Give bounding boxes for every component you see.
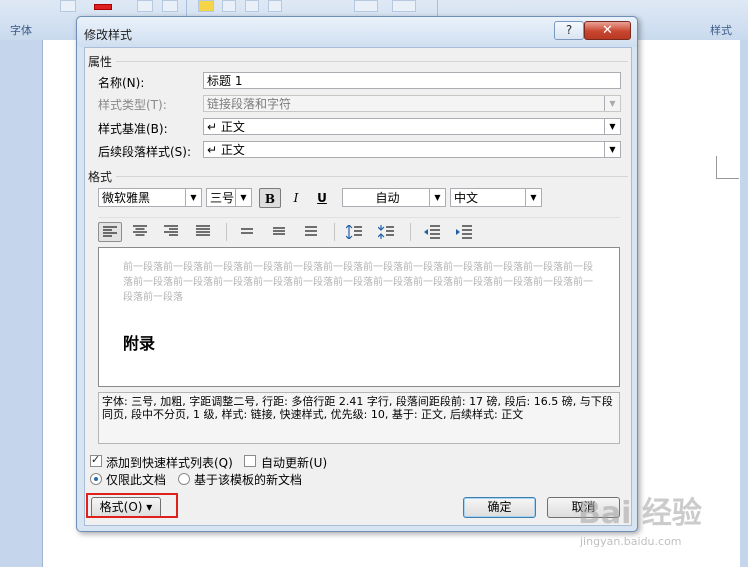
language-select[interactable]: 中文 ▼	[450, 188, 542, 207]
language-value: 中文	[454, 191, 479, 205]
auto-update-label[interactable]: 自动更新(U)	[261, 454, 327, 471]
ribbon-button[interactable]	[198, 0, 214, 12]
only-this-document-label[interactable]: 仅限此文档	[106, 471, 166, 488]
add-quick-style-checkbox[interactable]	[90, 453, 102, 467]
size-value: 三号	[210, 191, 235, 205]
highlight-annotation	[86, 493, 178, 518]
dialog-title: 修改样式	[84, 28, 133, 42]
justify-icon[interactable]	[192, 222, 216, 242]
chevron-down-icon[interactable]: ▼	[235, 189, 251, 206]
toolbar-separator	[410, 223, 411, 241]
page-margin-corner-mark	[716, 156, 739, 179]
chevron-down-icon: ▼	[604, 96, 620, 111]
style-description: 字体: 三号, 加粗, 字距调整二号, 行距: 多倍行距 2.41 字行, 段落…	[98, 392, 620, 444]
toolbar-separator	[226, 223, 227, 241]
align-center-icon[interactable]	[129, 222, 153, 242]
based-on-select[interactable]: ↵ 正文 ▼	[203, 118, 621, 135]
dialog-titlebar[interactable]: 修改样式 ? ✕	[77, 17, 637, 47]
font-color-value: 自动	[375, 191, 400, 205]
align-left-icon[interactable]	[98, 222, 122, 242]
ribbon-group-font: 字体	[10, 24, 32, 37]
preview-heading: 附录	[123, 334, 156, 353]
chevron-down-icon[interactable]: ▼	[525, 189, 541, 206]
bold-button[interactable]: B	[259, 188, 281, 208]
chevron-down-icon[interactable]: ▼	[604, 119, 620, 134]
document-gutter-right	[740, 40, 748, 567]
chevron-down-icon[interactable]: ▼	[185, 189, 201, 206]
style-type-label: 样式类型(T):	[98, 98, 167, 112]
preview-previous-paragraph: 前一段落前一段落前一段落前一段落前一段落前一段落前一段落前一段落前一段落前一段落…	[123, 262, 593, 303]
italic-button[interactable]: I	[285, 188, 307, 208]
font-value: 微软雅黑	[102, 191, 151, 205]
decrease-spacing-icon[interactable]	[374, 222, 398, 242]
name-input[interactable]: 标题 1	[203, 72, 621, 89]
align-right-icon[interactable]	[160, 222, 184, 242]
ribbon-button[interactable]	[60, 0, 76, 12]
format-divider	[116, 176, 628, 177]
properties-section-label: 属性	[88, 55, 113, 69]
single-spacing-icon[interactable]	[236, 222, 260, 242]
ribbon-button[interactable]	[222, 0, 236, 12]
increase-indent-icon[interactable]	[452, 222, 476, 242]
font-color-select[interactable]: 自动 ▼	[342, 188, 446, 207]
increase-spacing-icon[interactable]	[342, 222, 366, 242]
ok-button[interactable]: 确定	[463, 497, 536, 518]
chevron-down-icon[interactable]: ▼	[604, 142, 620, 157]
based-on-label: 样式基准(B):	[98, 122, 168, 136]
style-type-select: 链接段落和字符 ▼	[203, 95, 621, 112]
style-type-value: 链接段落和字符	[207, 97, 292, 111]
toolbar-separator	[334, 223, 335, 241]
underline-button[interactable]: U	[311, 188, 333, 208]
add-quick-style-label[interactable]: 添加到快速样式列表(Q)	[106, 454, 233, 471]
auto-update-checkbox[interactable]	[244, 455, 256, 467]
next-style-select[interactable]: ↵ 正文 ▼	[203, 141, 621, 158]
format-section-label: 格式	[88, 170, 113, 184]
ribbon-button[interactable]	[137, 0, 153, 12]
ribbon-button[interactable]	[268, 0, 282, 12]
double-spacing-icon[interactable]	[300, 222, 324, 242]
name-label: 名称(N):	[98, 76, 145, 90]
help-button[interactable]: ?	[554, 21, 584, 40]
ribbon-button[interactable]	[354, 0, 378, 12]
style-preview-pane: 前一段落前一段落前一段落前一段落前一段落前一段落前一段落前一段落前一段落前一段落…	[98, 247, 620, 387]
document-gutter-left	[0, 40, 42, 567]
template-documents-label[interactable]: 基于该模板的新文档	[194, 471, 302, 488]
ribbon-group-styles: 样式	[710, 24, 732, 37]
font-select[interactable]: 微软雅黑 ▼	[98, 188, 202, 207]
baidu-watermark-logo: Bai 经验	[578, 496, 702, 531]
size-select[interactable]: 三号 ▼	[206, 188, 252, 207]
next-style-value: ↵ 正文	[207, 143, 245, 157]
ribbon-button[interactable]	[94, 4, 112, 10]
chevron-down-icon[interactable]: ▼	[429, 189, 445, 206]
ribbon-button[interactable]	[162, 0, 178, 12]
close-button[interactable]: ✕	[584, 21, 631, 40]
ribbon-button[interactable]	[392, 0, 416, 12]
properties-divider	[116, 61, 628, 62]
template-documents-radio[interactable]	[178, 473, 190, 485]
next-style-label: 后续段落样式(S):	[98, 145, 192, 159]
toolbar-divider	[98, 217, 620, 218]
one-half-spacing-icon[interactable]	[268, 222, 292, 242]
decrease-indent-icon[interactable]	[420, 222, 444, 242]
based-on-value: ↵ 正文	[207, 120, 245, 134]
only-this-document-radio[interactable]	[90, 473, 102, 485]
baidu-watermark-url: jingyan.baidu.com	[580, 535, 682, 548]
ribbon-button[interactable]	[245, 0, 259, 12]
